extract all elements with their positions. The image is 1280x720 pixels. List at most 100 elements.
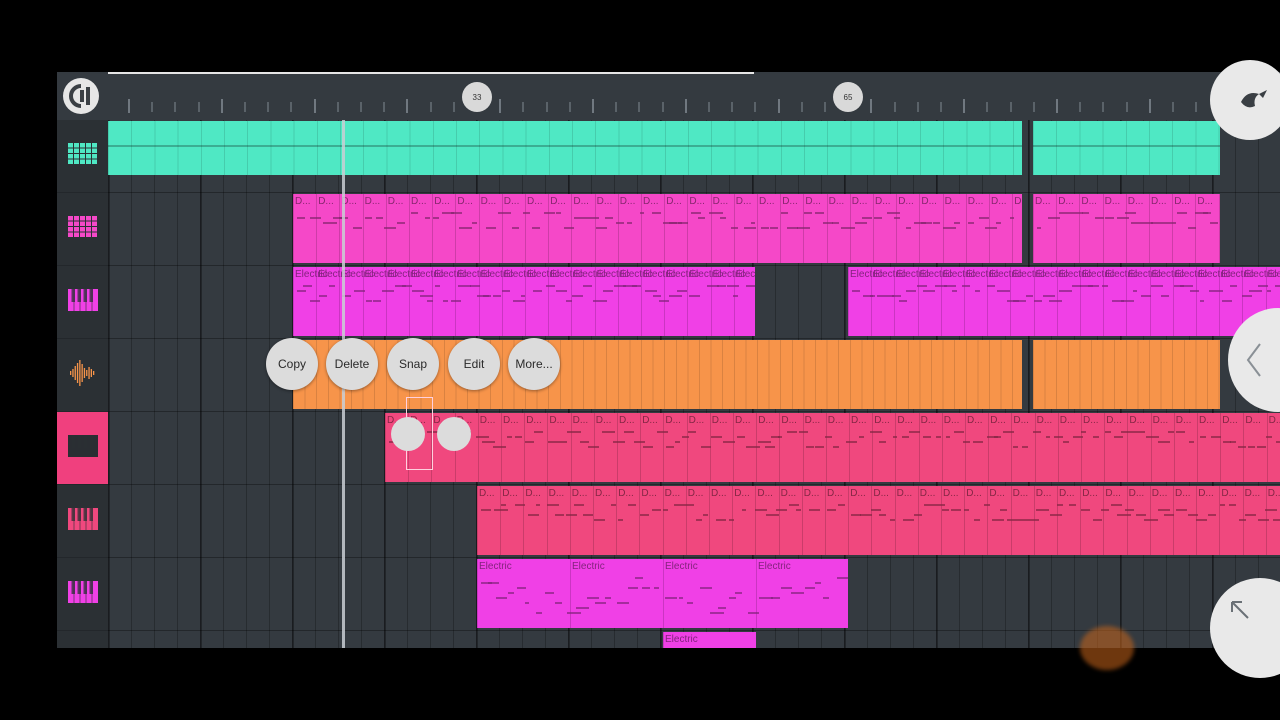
ruler-tick <box>383 102 386 112</box>
clip-label: D... <box>898 196 914 207</box>
note <box>1275 285 1280 287</box>
note <box>716 519 727 521</box>
note <box>472 222 478 224</box>
ruler-tick <box>267 102 270 112</box>
note <box>677 290 688 292</box>
more-button[interactable]: More... <box>508 338 560 390</box>
pattern-clip[interactable]: Electric Electric Electric Electric <box>477 559 848 628</box>
pattern-clip[interactable] <box>1033 121 1220 175</box>
note <box>1150 222 1165 224</box>
clip-label: D... <box>1082 488 1098 499</box>
ruler-tick <box>638 102 641 112</box>
track-header[interactable] <box>57 558 108 631</box>
note <box>1033 300 1042 302</box>
note <box>517 587 527 589</box>
ruler-tick <box>754 102 757 112</box>
note <box>451 212 462 214</box>
track-header[interactable] <box>57 120 108 193</box>
note <box>364 217 372 219</box>
fl-studio-logo-icon[interactable] <box>63 78 99 114</box>
note <box>483 295 491 297</box>
delete-button[interactable]: Delete <box>326 338 378 390</box>
note <box>487 582 499 584</box>
track-header[interactable] <box>57 266 108 339</box>
clip-label: D... <box>1152 415 1169 426</box>
note <box>1248 290 1262 292</box>
note <box>512 300 526 302</box>
bar-marker[interactable]: 33 <box>462 82 492 112</box>
clip-label: D... <box>967 196 984 207</box>
fruit-logo-icon[interactable] <box>1210 60 1280 140</box>
note <box>535 504 541 506</box>
track-header[interactable] <box>57 412 108 485</box>
note-preview <box>385 427 1280 476</box>
note <box>953 431 965 433</box>
note <box>627 504 636 506</box>
pattern-clip[interactable]: Electric Electric Electric Electric Electric… <box>848 267 1280 336</box>
ruler-tick <box>1172 102 1174 112</box>
clip-label: D... <box>1129 415 1145 426</box>
note <box>674 441 681 443</box>
clip-label: D... <box>295 196 311 207</box>
note <box>745 285 755 287</box>
note <box>923 436 932 438</box>
note <box>642 587 651 589</box>
note-preview <box>293 281 755 330</box>
copy-button[interactable]: Copy <box>266 338 318 390</box>
note <box>710 612 724 614</box>
clip-label: D... <box>759 196 775 207</box>
note <box>814 582 821 584</box>
note <box>996 222 1002 224</box>
ruler-tick <box>290 102 293 112</box>
track-header[interactable] <box>57 339 108 412</box>
clip-label: D... <box>1198 488 1214 499</box>
clip-label: D... <box>1151 196 1167 207</box>
pattern-clip[interactable]: Electric Electric Electric Electric Electric… <box>293 267 755 336</box>
snap-button[interactable]: Snap <box>387 338 439 390</box>
pattern-clip[interactable] <box>108 121 1022 175</box>
clip-label: D... <box>687 488 704 499</box>
note <box>624 431 635 433</box>
note <box>470 285 480 287</box>
selection-handle-left[interactable] <box>391 417 425 451</box>
track-header[interactable] <box>57 631 108 648</box>
note <box>1124 212 1137 214</box>
audio-clip[interactable] <box>1033 340 1220 409</box>
note <box>1047 217 1061 219</box>
clip-label: D... <box>921 196 937 207</box>
note <box>383 227 397 229</box>
note <box>723 441 735 443</box>
note <box>968 222 975 224</box>
clip-label: D... <box>1083 415 1099 426</box>
pattern-clip[interactable]: D... D... D... D... D... D... D... D... D... D...… <box>385 413 1280 482</box>
clip-label: D... <box>874 415 890 426</box>
note <box>640 514 649 516</box>
clip-label: D... <box>479 415 496 426</box>
ruler-tick <box>1032 102 1035 112</box>
pattern-clip[interactable]: Electric <box>663 632 756 648</box>
ruler-tick <box>615 102 618 112</box>
clip-label: D... <box>387 196 404 207</box>
note <box>1021 446 1029 448</box>
timeline-ruler[interactable]: 33 65 <box>108 72 1280 120</box>
clip-label: D... <box>804 415 821 426</box>
note <box>922 290 936 292</box>
note <box>1189 441 1194 443</box>
edit-button[interactable]: Edit <box>448 338 500 390</box>
track-header[interactable] <box>57 485 108 558</box>
note <box>1150 285 1164 287</box>
pattern-clip[interactable]: D... D... D... D... D... D... D... D... D... D...… <box>477 486 1280 555</box>
bar-marker[interactable]: 65 <box>833 82 863 112</box>
pattern-clip[interactable]: D... D... D... D... D... D... D... D... D... D...… <box>293 194 1022 263</box>
note <box>502 290 511 292</box>
ruler-tick <box>336 102 339 112</box>
clip-label: D... <box>502 488 518 499</box>
ruler-tick <box>545 102 548 112</box>
note <box>833 446 840 448</box>
ruler-tick <box>870 99 873 113</box>
selection-handle-right[interactable] <box>437 417 471 451</box>
pattern-clip[interactable]: D...D...D...D...D...D...D...D...D... <box>1033 194 1220 263</box>
note <box>1160 295 1169 297</box>
note <box>555 602 562 604</box>
track-header[interactable] <box>57 193 108 266</box>
